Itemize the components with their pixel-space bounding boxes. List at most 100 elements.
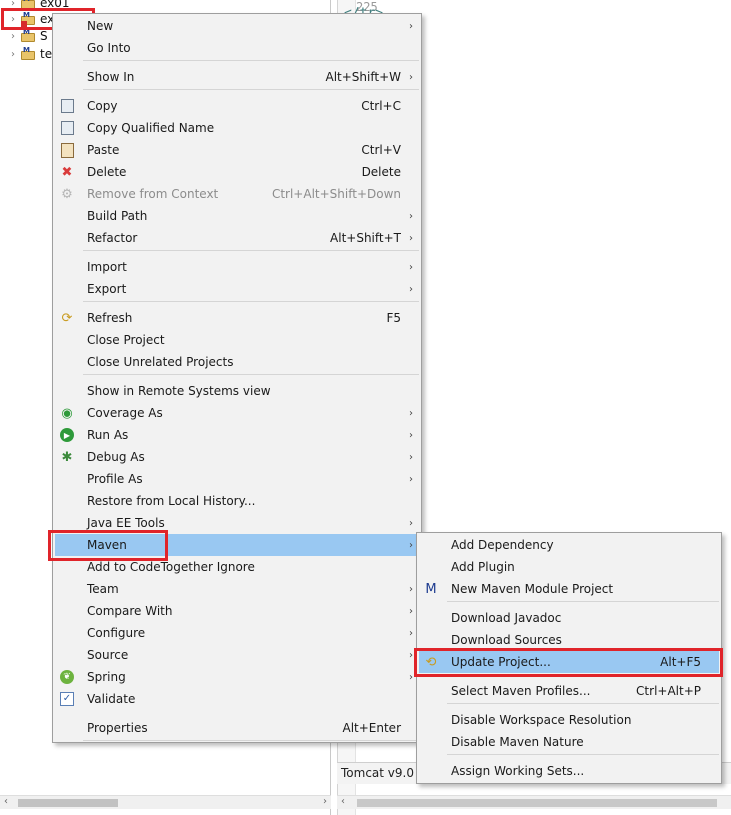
menu-item-label: Select Maven Profiles... xyxy=(451,684,591,698)
maven-item-disable-maven-nature[interactable]: Disable Maven Nature xyxy=(419,731,719,753)
menu-item-delete[interactable]: ✖ Delete Delete xyxy=(55,161,419,183)
paste-icon xyxy=(59,142,75,158)
submenu-arrow-icon: › xyxy=(409,539,413,551)
menu-item-label: Import xyxy=(87,260,127,274)
collapsed-arrow-icon[interactable]: › xyxy=(8,31,18,42)
remove-from-context-icon: ⚙ xyxy=(61,186,73,202)
menu-item-restore-from-local-history[interactable]: Restore from Local History... xyxy=(55,490,419,512)
menu-item-build-path[interactable]: Build Path › xyxy=(55,205,419,227)
submenu-arrow-icon: › xyxy=(409,210,413,222)
menu-item-remove-from-context[interactable]: ⚙ Remove from Context Ctrl+Alt+Shift+Down xyxy=(55,183,419,205)
menu-item-label: Disable Maven Nature xyxy=(451,735,584,749)
menu-item-label: Java EE Tools xyxy=(87,516,165,530)
menu-item-go-into[interactable]: Go Into xyxy=(55,37,419,59)
menu-item-label: Show In xyxy=(87,70,135,84)
menu-item-configure[interactable]: Configure › xyxy=(55,622,419,644)
menu-item-close-unrelated-projects[interactable]: Close Unrelated Projects xyxy=(55,351,419,373)
menu-item-run-as[interactable]: ▶ Run As › xyxy=(55,424,419,446)
menu-item-show-in[interactable]: Show In Alt+Shift+W › xyxy=(55,66,419,88)
submenu-arrow-icon: › xyxy=(409,429,413,441)
menu-item-label: Team xyxy=(87,582,119,596)
scroll-left-arrow-icon[interactable]: ‹ xyxy=(4,796,8,807)
collapsed-arrow-icon[interactable]: › xyxy=(8,49,18,60)
annotation-highlight-maven xyxy=(48,530,168,561)
menu-item-copy[interactable]: Copy Ctrl+C xyxy=(55,95,419,117)
menu-item-label: Assign Working Sets... xyxy=(451,764,585,778)
maven-module-icon: M xyxy=(425,581,437,597)
scroll-left-arrow-icon[interactable]: ‹ xyxy=(341,796,345,807)
tree-item[interactable]: › M te xyxy=(8,45,52,63)
menu-item-label: Validate xyxy=(87,692,136,706)
submenu-arrow-icon: › xyxy=(409,671,413,683)
menu-item-label: Paste xyxy=(87,143,120,157)
menu-item-copy-qualified-name[interactable]: Copy Qualified Name xyxy=(55,117,419,139)
validate-checkbox-icon xyxy=(59,691,75,707)
menu-item-label: Delete xyxy=(87,165,127,179)
menu-item-label: Export xyxy=(87,282,127,296)
menu-item-validate[interactable]: Validate xyxy=(55,688,419,710)
scroll-right-arrow-icon[interactable]: › xyxy=(323,796,327,807)
menu-item-label: Download Sources xyxy=(451,633,562,647)
menu-separator xyxy=(83,374,419,375)
menu-item-paste[interactable]: Paste Ctrl+V xyxy=(55,139,419,161)
menu-item-label: Close Project xyxy=(87,333,165,347)
maven-item-disable-workspace-resolution[interactable]: Disable Workspace Resolution xyxy=(419,709,719,731)
tree-item-label: S xyxy=(40,29,48,43)
menu-item-profile-as[interactable]: Profile As › xyxy=(55,468,419,490)
menu-item-refresh[interactable]: ⟳ Refresh F5 xyxy=(55,307,419,329)
menu-item-label: Show in Remote Systems view xyxy=(87,384,271,398)
menu-item-label: Close Unrelated Projects xyxy=(87,355,234,369)
maven-item-download-javadoc[interactable]: Download Javadoc xyxy=(419,607,719,629)
menu-item-compare-with[interactable]: Compare With › xyxy=(55,600,419,622)
maven-project-icon: M xyxy=(21,46,37,61)
menu-item-label: Run As xyxy=(87,428,129,442)
menu-item-close-project[interactable]: Close Project xyxy=(55,329,419,351)
menu-item-label: Source xyxy=(87,648,129,662)
submenu-arrow-icon: › xyxy=(409,71,413,83)
submenu-arrow-icon: › xyxy=(409,517,413,529)
menu-item-label: Copy xyxy=(87,99,118,113)
menu-item-debug-as[interactable]: ✱ Debug As › xyxy=(55,446,419,468)
maven-item-assign-working-sets[interactable]: Assign Working Sets... xyxy=(419,760,719,782)
maven-project-icon: M xyxy=(21,28,37,43)
menu-item-show-in-remote-systems-view[interactable]: Show in Remote Systems view xyxy=(55,380,419,402)
menu-item-spring[interactable]: ❦ Spring › xyxy=(55,666,419,688)
editor-horizontal-scrollbar[interactable]: ‹ xyxy=(337,795,731,809)
menu-item-source[interactable]: Source › xyxy=(55,644,419,666)
delete-icon: ✖ xyxy=(61,164,73,180)
submenu-arrow-icon: › xyxy=(409,232,413,244)
run-icon: ▶ xyxy=(60,428,74,442)
menu-item-label: New Maven Module Project xyxy=(451,582,614,596)
maven-item-add-plugin[interactable]: Add Plugin xyxy=(419,556,719,578)
menu-item-team[interactable]: Team › xyxy=(55,578,419,600)
menu-item-label: Configure xyxy=(87,626,146,640)
menu-item-refactor[interactable]: Refactor Alt+Shift+T › xyxy=(55,227,419,249)
annotation-highlight-update-project xyxy=(414,648,723,677)
menu-item-import[interactable]: Import › xyxy=(55,256,419,278)
maven-item-add-dependency[interactable]: Add Dependency xyxy=(419,534,719,556)
menu-item-export[interactable]: Export › xyxy=(55,278,419,300)
menu-item-new[interactable]: New › xyxy=(55,15,419,37)
menu-separator xyxy=(83,250,419,251)
menu-separator xyxy=(83,89,419,90)
tree-item-label: te xyxy=(40,47,53,61)
submenu-arrow-icon: › xyxy=(409,283,413,295)
menu-item-shortcut: Alt+Shift+W xyxy=(325,70,402,84)
menu-separator xyxy=(83,740,419,741)
menu-item-shortcut: Ctrl+Alt+P xyxy=(636,684,701,698)
scrollbar-thumb[interactable] xyxy=(357,799,717,807)
menu-item-shortcut: Alt+Enter xyxy=(342,721,401,735)
copy-qualified-name-icon xyxy=(59,120,75,136)
menu-item-properties[interactable]: Properties Alt+Enter xyxy=(55,717,419,739)
refresh-icon: ⟳ xyxy=(61,310,73,326)
maven-item-select-maven-profiles[interactable]: Select Maven Profiles... Ctrl+Alt+P xyxy=(419,680,719,702)
scrollbar-thumb[interactable] xyxy=(18,799,118,807)
menu-item-label: Coverage As xyxy=(87,406,163,420)
menu-item-label: Remove from Context xyxy=(87,187,219,201)
maven-item-new-maven-module-project[interactable]: M New Maven Module Project xyxy=(419,578,719,600)
menu-separator xyxy=(447,703,719,704)
menu-item-label: Add Dependency xyxy=(451,538,554,552)
menu-item-coverage-as[interactable]: ◉ Coverage As › xyxy=(55,402,419,424)
explorer-horizontal-scrollbar[interactable]: ‹ › xyxy=(0,795,331,809)
menu-item-label: Compare With xyxy=(87,604,173,618)
